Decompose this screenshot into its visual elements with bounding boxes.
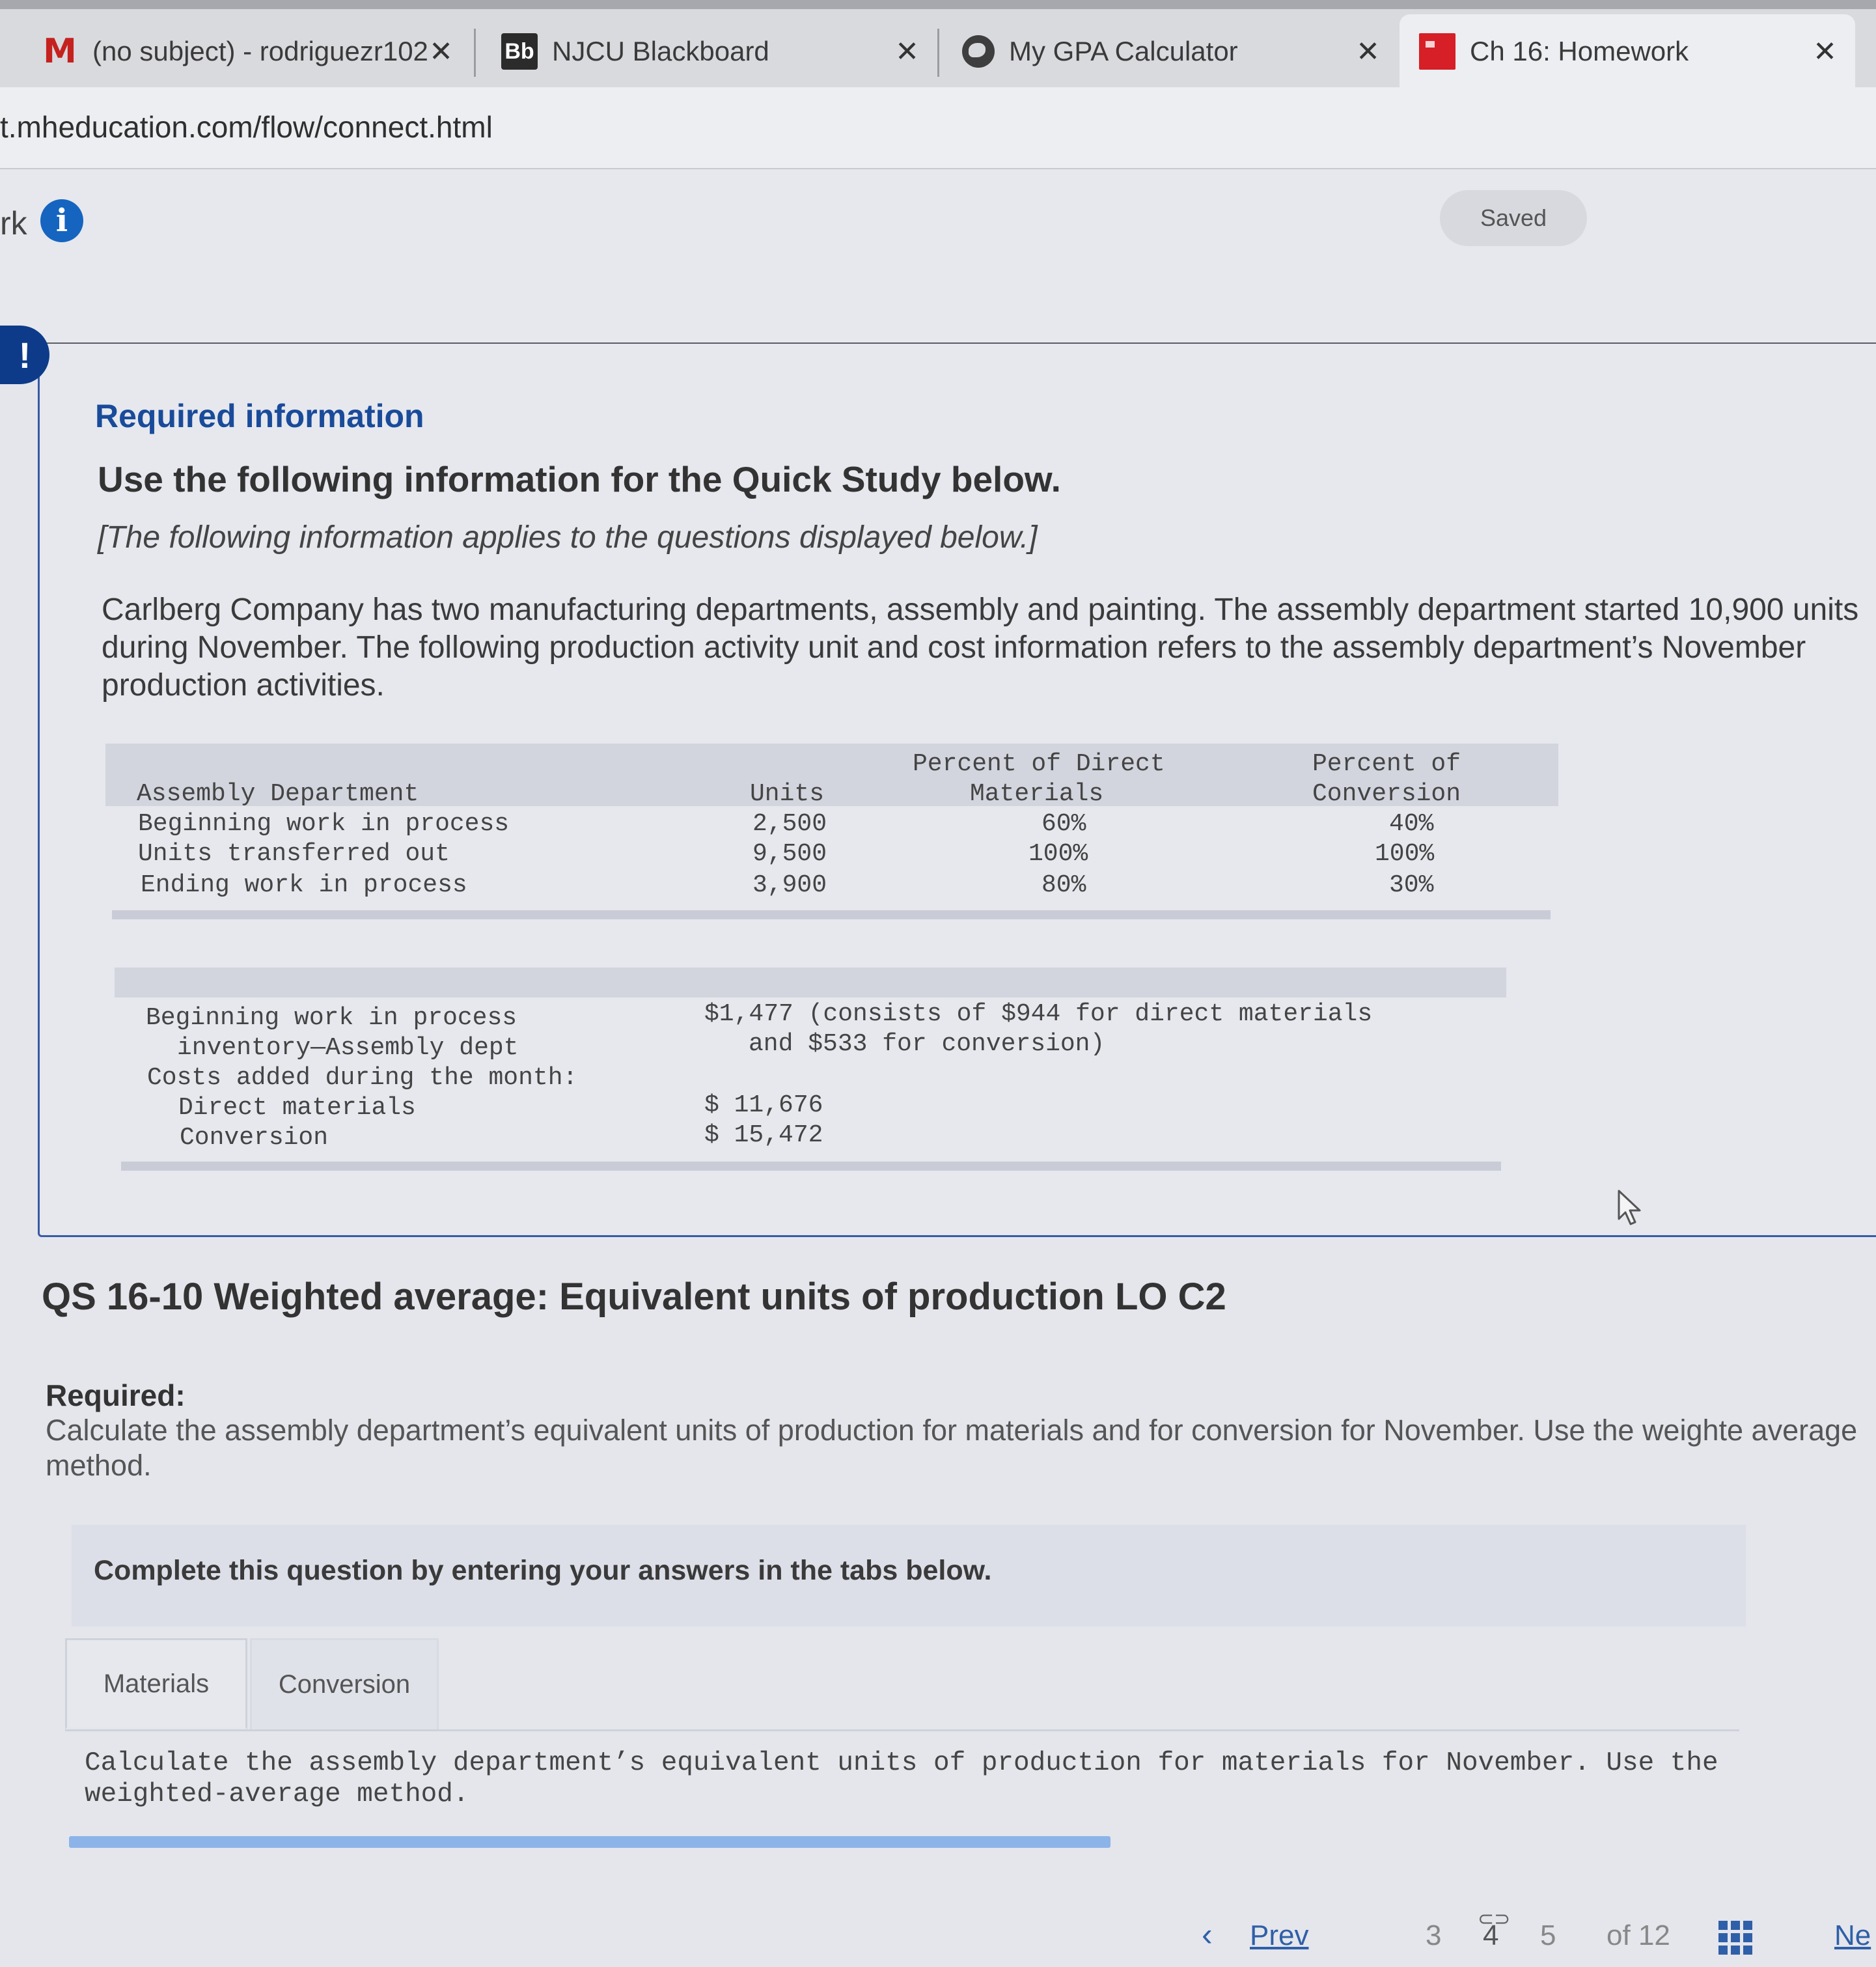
applies-note: [The following information applies to th…	[98, 520, 1038, 555]
instruction-text: Complete this question by entering your …	[94, 1555, 992, 1586]
table-cell-units: 3,900	[752, 871, 827, 899]
costs-added-label: Costs added during the month:	[147, 1064, 578, 1092]
tab-materials[interactable]: Materials	[65, 1638, 247, 1729]
mouse-cursor-icon	[1618, 1190, 1641, 1225]
tab-title: NJCU Blackboard	[552, 36, 769, 66]
answer-tabs: Materials Conversion	[65, 1638, 1739, 1731]
direct-materials-label: Direct materials	[178, 1094, 416, 1122]
table-cell-units: 9,500	[752, 840, 827, 868]
quick-study-subheading: Use the following information for the Qu…	[98, 459, 1061, 499]
mcgraw-hill-icon	[1419, 33, 1455, 70]
table-row-label: Units transferred out	[138, 840, 450, 868]
grid-icon[interactable]	[1718, 1921, 1752, 1955]
tab-separator	[474, 29, 476, 77]
cost-information-table: Beginning work in process inventory—Asse…	[115, 968, 1506, 1176]
instruction-box: Complete this question by entering your …	[72, 1525, 1746, 1626]
table-bottom-rule	[121, 1162, 1501, 1171]
question-title: QS 16-10 Weighted average: Equivalent un…	[42, 1276, 1226, 1318]
blackboard-icon: Bb	[501, 33, 538, 70]
table-cell-dm: 60%	[1041, 810, 1086, 838]
assignment-title-fragment: rk	[0, 205, 27, 242]
address-bar[interactable]: t.mheducation.com/flow/connect.html	[0, 87, 1876, 169]
table-cell-conv: 100%	[1375, 840, 1435, 868]
saved-status-badge: Saved	[1440, 190, 1587, 246]
browser-tab-gpa-calculator[interactable]: My GPA Calculator ✕	[962, 14, 1398, 89]
close-icon[interactable]: ✕	[895, 35, 919, 68]
beginning-wip-value: $1,477 (consists of $944 for direct mate…	[704, 1000, 1373, 1028]
page-count: of 12	[1607, 1919, 1670, 1951]
close-icon[interactable]: ✕	[1813, 35, 1837, 68]
url-text[interactable]: t.mheducation.com/flow/connect.html	[0, 109, 493, 145]
table-cell-conv: 40%	[1389, 810, 1434, 838]
table-row-label: Beginning work in process	[138, 810, 510, 838]
tab-instruction: Calculate the assembly department’s equi…	[85, 1748, 1718, 1809]
close-icon[interactable]: ✕	[1356, 35, 1380, 68]
column-header-department: Assembly Department	[137, 780, 419, 808]
table-cell-units: 2,500	[752, 810, 827, 838]
browser-tab-strip: M (no subject) - rodriguezr102 ✕ Bb NJCU…	[0, 0, 1876, 89]
chevron-left-icon[interactable]: ‹	[1202, 1916, 1213, 1953]
beginning-wip-label: inventory—Assembly dept	[177, 1034, 519, 1062]
beginning-wip-value: and $533 for conversion)	[749, 1030, 1105, 1058]
gmail-icon: M	[43, 32, 77, 71]
table-header-band	[115, 968, 1506, 997]
browser-tab-blackboard[interactable]: Bb NJCU Blackboard ✕	[501, 14, 937, 89]
table-bottom-rule	[112, 910, 1551, 919]
page-link-5[interactable]: 5	[1540, 1919, 1556, 1952]
beginning-wip-label: Beginning work in process	[146, 1004, 517, 1032]
page-link-4[interactable]: 4	[1483, 1919, 1498, 1952]
column-header-direct-materials: Percent of Direct	[913, 750, 1165, 778]
column-header-conversion: Conversion	[1312, 780, 1461, 808]
tab-title: Ch 16: Homework	[1470, 36, 1689, 66]
page-link-3[interactable]: 3	[1426, 1919, 1441, 1952]
required-text: Calculate the assembly department’s equi…	[46, 1414, 1858, 1482]
next-button[interactable]: Ne	[1834, 1919, 1871, 1952]
info-icon[interactable]: i	[40, 199, 83, 242]
required-label: Required:	[46, 1378, 186, 1412]
progress-bar	[69, 1836, 1110, 1848]
table-cell-conv: 30%	[1389, 871, 1434, 899]
prev-button[interactable]: Prev	[1250, 1919, 1308, 1952]
tab-title: (no subject) - rodriguezr102	[92, 36, 428, 66]
column-header-direct-materials: Materials	[970, 780, 1104, 808]
table-cell-dm: 100%	[1028, 840, 1088, 868]
conversion-value: $ 15,472	[704, 1121, 823, 1149]
tab-separator	[937, 29, 939, 77]
column-header-units: Units	[750, 780, 825, 808]
tab-conversion[interactable]: Conversion	[250, 1638, 439, 1729]
column-header-conversion: Percent of	[1312, 750, 1461, 778]
production-units-table: Assembly Department Units Percent of Dir…	[105, 744, 1558, 919]
problem-description: Carlberg Company has two manufacturing d…	[102, 593, 1859, 703]
direct-materials-value: $ 11,676	[704, 1091, 823, 1119]
globe-icon	[962, 35, 995, 68]
tab-title: My GPA Calculator	[1009, 36, 1238, 66]
browser-tab-homework[interactable]: Ch 16: Homework ✕	[1400, 14, 1855, 89]
close-icon[interactable]: ✕	[429, 35, 453, 68]
table-cell-dm: 80%	[1041, 871, 1086, 899]
required-information-heading: Required information	[95, 398, 424, 434]
browser-tab-gmail[interactable]: M (no subject) - rodriguezr102 ✕	[42, 14, 471, 89]
conversion-label: Conversion	[180, 1124, 329, 1152]
assignment-header: rk i Saved	[0, 169, 1876, 344]
table-row-label: Ending work in process	[141, 871, 467, 899]
